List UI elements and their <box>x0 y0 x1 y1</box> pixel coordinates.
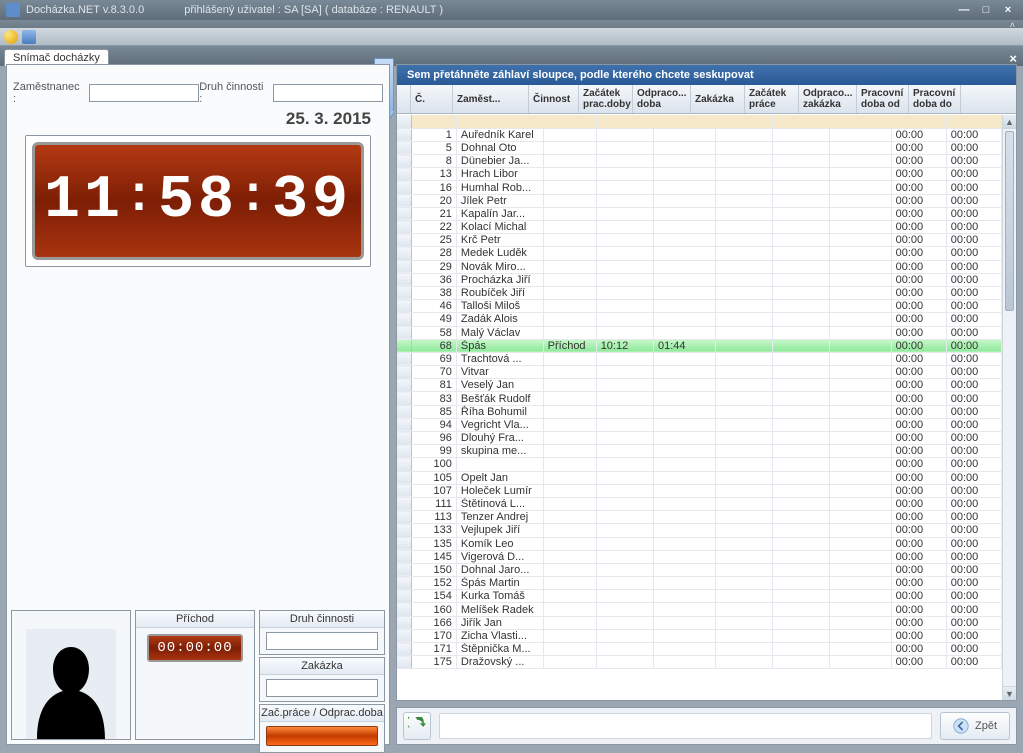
table-row[interactable]: 85Říha Bohumil00:0000:00 <box>397 405 1002 418</box>
table-row[interactable]: 29Novák Miro...00:0000:00 <box>397 260 1002 273</box>
group-by-hint[interactable]: Sem přetáhněte záhlaví sloupce, podle kt… <box>397 65 1016 85</box>
table-row[interactable]: 28Medek Luděk00:0000:00 <box>397 247 1002 260</box>
table-row[interactable]: 49Zadák Alois00:0000:00 <box>397 313 1002 326</box>
activity-input[interactable] <box>273 84 383 102</box>
toolbar-button-2[interactable] <box>22 30 36 44</box>
table-row[interactable]: 5Dohnal Oto00:0000:00 <box>397 141 1002 154</box>
table-row[interactable]: 81Veselý Jan00:0000:00 <box>397 379 1002 392</box>
ribbon-collapse[interactable]: ˄ <box>0 20 1023 28</box>
refresh-icon <box>408 717 426 735</box>
clock-seconds: 39 <box>272 167 352 235</box>
table-row[interactable]: 154Kurka Tomáš00:0000:00 <box>397 590 1002 603</box>
table-row[interactable]: 107Holeček Lumír00:0000:00 <box>397 484 1002 497</box>
table-row[interactable]: 22Kolací Michal00:0000:00 <box>397 221 1002 234</box>
table-row[interactable]: 113Tenzer Andrej00:0000:00 <box>397 511 1002 524</box>
zakazka-field[interactable] <box>266 679 378 697</box>
clock-minutes: 58 <box>158 167 238 235</box>
left-panel: Zaměstnanec : Druh činnosti : 25. 3. 201… <box>6 64 390 745</box>
col-activity[interactable]: Činnost <box>529 85 579 113</box>
zac-prace-bar <box>266 726 378 746</box>
scroll-down-arrow[interactable]: ▼ <box>1003 686 1016 700</box>
table-row[interactable]: 171Štěpnička M...00:0000:00 <box>397 643 1002 656</box>
scroll-up-arrow[interactable]: ▲ <box>1003 115 1016 129</box>
grid-panel: Sem přetáhněte záhlaví sloupce, podle kt… <box>396 64 1017 701</box>
table-row[interactable]: 152Špás Martin00:0000:00 <box>397 577 1002 590</box>
table-row[interactable]: 10000:0000:00 <box>397 458 1002 471</box>
zac-prace-header: Zač.práce / Odprac.doba <box>260 705 384 722</box>
druh-cinnosti-field[interactable] <box>266 632 378 650</box>
table-row[interactable]: 94Vegricht Vla...00:0000:00 <box>397 418 1002 431</box>
table-row[interactable]: 135Komík Leo00:0000:00 <box>397 537 1002 550</box>
table-row[interactable]: 166Jiřík Jan00:0000:00 <box>397 616 1002 629</box>
table-row[interactable]: 1Auředník Karel00:0000:00 <box>397 128 1002 141</box>
table-row[interactable]: 13Hrach Libor00:0000:00 <box>397 168 1002 181</box>
back-label: Zpět <box>975 720 997 732</box>
table-row[interactable]: 58Malý Václav00:0000:00 <box>397 326 1002 339</box>
prichod-header: Příchod <box>136 611 254 628</box>
table-row[interactable]: 170Zicha Vlasti...00:0000:00 <box>397 629 1002 642</box>
column-headers: Č. Zaměst... Činnost Začátek prac.doby O… <box>397 85 1016 114</box>
col-from[interactable]: Pracovní doba od <box>857 85 909 113</box>
table-row[interactable]: 25Krč Petr00:0000:00 <box>397 234 1002 247</box>
table-row[interactable]: 83Bešťák Rudolf00:0000:00 <box>397 392 1002 405</box>
app-icon <box>6 3 20 17</box>
table-row[interactable]: 175Dražovský ...00:0000:00 <box>397 656 1002 669</box>
table-row[interactable]: 69Trachtová ...00:0000:00 <box>397 352 1002 365</box>
refresh-button[interactable] <box>403 712 431 740</box>
table-row[interactable]: 21Kapalín Jar...00:0000:00 <box>397 207 1002 220</box>
table-row[interactable]: 160Melíšek Radek00:0000:00 <box>397 603 1002 616</box>
table-row[interactable]: 16Humhal Rob...00:0000:00 <box>397 181 1002 194</box>
druh-cinnosti-header: Druh činnosti <box>260 611 384 628</box>
table-row[interactable]: 99skupina me...00:0000:00 <box>397 445 1002 458</box>
col-number[interactable]: Č. <box>411 85 453 113</box>
close-button[interactable]: × <box>999 3 1017 17</box>
employee-photo <box>11 610 131 740</box>
table-row[interactable]: 150Dohnal Jaro...00:0000:00 <box>397 563 1002 576</box>
zakazka-header: Zakázka <box>260 658 384 675</box>
col-worked-time[interactable]: Odpraco... doba <box>633 85 691 113</box>
table-row[interactable]: 70Vitvar00:0000:00 <box>397 366 1002 379</box>
app-title: Docházka.NET v.8.3.0.0 <box>26 4 144 16</box>
table-row[interactable]: 96Dlouhý Fra...00:0000:00 <box>397 432 1002 445</box>
prichod-value: 00:00:00 <box>147 634 243 662</box>
table-row[interactable]: 105Opelt Jan00:0000:00 <box>397 471 1002 484</box>
table-row[interactable]: 8Dünebier Ja...00:0000:00 <box>397 155 1002 168</box>
toolbar <box>0 28 1023 46</box>
table-row[interactable]: 68ŠpásPříchod10:1201:4400:0000:00 <box>397 339 1002 352</box>
minimize-button[interactable]: ― <box>955 3 973 17</box>
current-date: 25. 3. 2015 <box>286 109 371 129</box>
back-button[interactable]: Zpět <box>940 712 1010 740</box>
bottom-action-bar: Zpět <box>396 707 1017 745</box>
employee-input[interactable] <box>89 84 199 102</box>
status-field <box>439 713 932 739</box>
clock-hours: 11 <box>44 167 124 235</box>
row-selector-header[interactable] <box>397 85 411 113</box>
titlebar: Docházka.NET v.8.3.0.0 přihlášený uživat… <box>0 0 1023 20</box>
col-work-start[interactable]: Začátek práce <box>745 85 799 113</box>
table-row[interactable]: 46Talloši Miloš00:0000:00 <box>397 300 1002 313</box>
toolbar-button-1[interactable] <box>4 30 18 44</box>
employee-label: Zaměstnanec : <box>13 81 85 105</box>
table-row[interactable]: 145Vigerová D...00:0000:00 <box>397 550 1002 563</box>
table-row[interactable]: 36Procházka Jiří00:0000:00 <box>397 273 1002 286</box>
data-grid[interactable]: 1Auředník Karel00:0000:005Dohnal Oto00:0… <box>397 115 1002 669</box>
col-start-work[interactable]: Začátek prac.doby <box>579 85 633 113</box>
table-row[interactable]: 38Roubíček Jiří00:0000:00 <box>397 286 1002 299</box>
col-order[interactable]: Zakázka <box>691 85 745 113</box>
clock-display: 11:58:39 <box>25 135 371 267</box>
filter-row[interactable] <box>397 115 1002 128</box>
vertical-scrollbar[interactable]: ▲ ▼ <box>1002 115 1016 700</box>
back-icon <box>953 718 969 734</box>
maximize-button[interactable]: □ <box>977 3 995 17</box>
user-info: přihlášený uživatel : SA [SA] ( databáze… <box>184 4 443 16</box>
col-to[interactable]: Pracovní doba do <box>909 85 961 113</box>
person-silhouette-icon <box>26 629 116 739</box>
table-row[interactable]: 111Štětinová L...00:0000:00 <box>397 497 1002 510</box>
col-employee[interactable]: Zaměst... <box>453 85 529 113</box>
table-row[interactable]: 133Vejlupek Jiří00:0000:00 <box>397 524 1002 537</box>
col-worked-order[interactable]: Odpraco... zakázka <box>799 85 857 113</box>
activity-label: Druh činnosti : <box>199 81 269 105</box>
table-row[interactable]: 20Jílek Petr00:0000:00 <box>397 194 1002 207</box>
scroll-thumb[interactable] <box>1005 131 1014 311</box>
